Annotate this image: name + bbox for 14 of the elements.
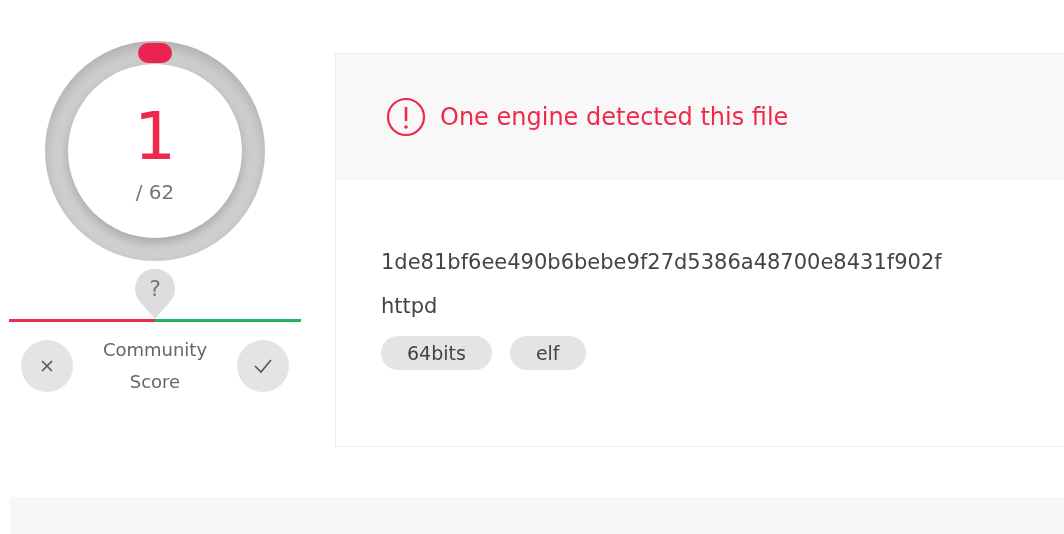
- vote-harmless-button[interactable]: [237, 340, 289, 392]
- file-hash: 1de81bf6ee490b6bebe9f27d5386a48700e8431f902f: [381, 250, 943, 274]
- alert-message: One engine detected this file: [440, 103, 789, 131]
- detection-count: 1: [134, 104, 176, 170]
- check-icon: [253, 358, 273, 374]
- warning-icon: [386, 97, 426, 137]
- score-marker: ?: [135, 269, 175, 319]
- close-icon: [39, 358, 55, 374]
- community-score-label: Community Score: [101, 338, 209, 394]
- engine-total: / 62: [135, 180, 175, 204]
- vote-harmful-button[interactable]: [21, 340, 73, 392]
- file-name: httpd: [381, 294, 439, 318]
- file-tag[interactable]: elf: [509, 336, 586, 370]
- file-tag[interactable]: 64bits: [381, 336, 492, 370]
